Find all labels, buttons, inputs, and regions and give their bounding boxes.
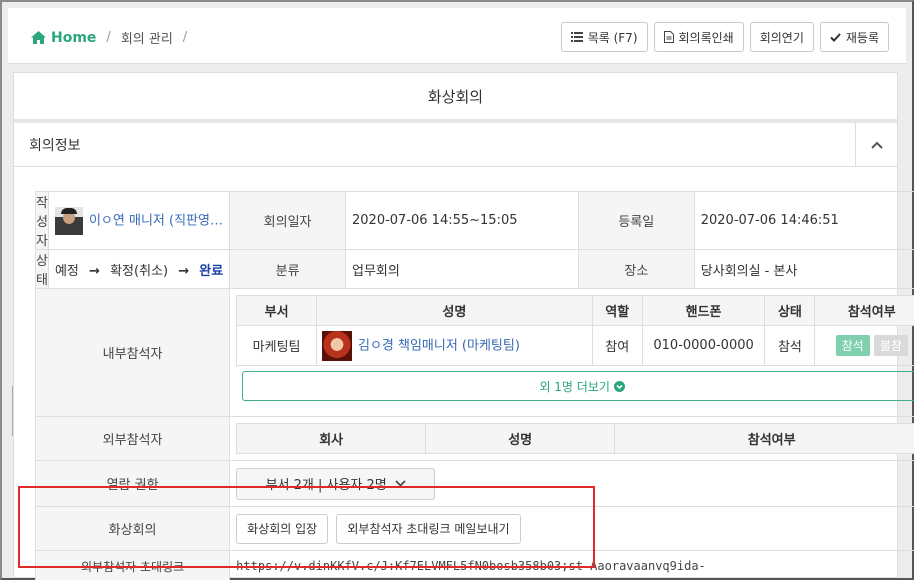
date-label: 회의일자	[229, 191, 346, 250]
author-link[interactable]: 이ㅇ연 매니저 (직판영…	[89, 213, 223, 228]
internal-attendees-cell: 부서 성명 역할 핸드폰 상태 참석여부 마케팅팀 김ㅇ경 책임매니저 (마케팅…	[229, 288, 914, 417]
list-button[interactable]: 목록 (F7)	[560, 22, 648, 52]
home-icon	[31, 31, 46, 44]
external-attendees-cell: 회사 성명 참석여부	[229, 416, 914, 461]
status-step-planned: 예정	[54, 263, 79, 279]
column-header: 회사	[236, 423, 427, 454]
section-header: 회의정보	[14, 123, 897, 167]
video-meeting-cell: 화상회의 입장 외부참석자 초대링크 메일보내기	[229, 506, 914, 551]
status-label: 상태	[35, 249, 49, 289]
external-attendees-row: 외부참석자 회사 성명 참석여부	[34, 416, 914, 461]
internal-attendees-row: 내부참석자 부서 성명 역할 핸드폰 상태 참석여부 마케팅팀 김ㅇ경 책임매니…	[34, 288, 914, 417]
print-minutes-button[interactable]: 회의록인쇄	[653, 22, 744, 52]
permission-value: 부서 2개 | 사용자 2명	[265, 478, 387, 493]
registered-value: 2020-07-06 14:46:51	[693, 191, 914, 250]
invite-link-cell: https://v.dinKKfV.c/J:Kf7ELVMFL5fN0bosb3…	[229, 550, 914, 580]
column-header: 부서	[236, 295, 317, 326]
print-minutes-label: 회의록인쇄	[678, 30, 734, 45]
breadcrumb-separator: /	[106, 30, 111, 45]
external-attendees-table: 회사 성명 참석여부	[236, 423, 914, 454]
internal-attendees-label: 내부참석자	[34, 288, 231, 417]
category-label: 분류	[229, 249, 346, 289]
external-attendees-label: 외부참석자	[34, 416, 231, 461]
send-invite-mail-button[interactable]: 외부참석자 초대링크 메일보내기	[336, 513, 521, 544]
document-icon	[663, 31, 674, 43]
breadcrumb-separator: /	[182, 30, 188, 45]
category-value: 업무회의	[345, 249, 579, 289]
reregister-button[interactable]: 재등록	[819, 22, 889, 52]
postpone-button[interactable]: 회의연기	[749, 22, 814, 52]
invite-link-label: 외부참석자 초대링크	[34, 550, 231, 580]
arrow-right-icon: →	[178, 263, 190, 279]
attend-badge[interactable]: 참석	[835, 335, 870, 356]
place-label: 장소	[577, 249, 695, 289]
show-more-button[interactable]: 외 1명 더보기	[242, 371, 914, 401]
permission-label: 열람 권한	[34, 460, 231, 507]
author-cell: 이ㅇ연 매니저 (직판영…	[47, 191, 231, 250]
internal-attendees-table: 부서 성명 역할 핸드폰 상태 참석여부 마케팅팀 김ㅇ경 책임매니저 (마케팅…	[236, 295, 914, 366]
column-header: 참석여부	[814, 295, 914, 326]
list-icon	[570, 32, 583, 42]
registered-label: 등록일	[577, 191, 695, 250]
breadcrumb-home-label: Home	[51, 29, 97, 46]
arrow-right-icon: →	[89, 263, 100, 279]
status-step-confirmed: 확정(취소)	[110, 263, 169, 279]
permission-cell: 부서 2개 | 사용자 2명	[229, 460, 914, 507]
dept-cell: 마케팅팀	[236, 325, 317, 366]
avatar	[321, 330, 352, 361]
date-value: 2020-07-06 14:55~15:05	[345, 191, 579, 250]
author-label: 작성자	[35, 191, 49, 250]
breadcrumb-home[interactable]: Home	[31, 30, 96, 46]
show-more-label: 외 1명 더보기	[539, 379, 610, 394]
meeting-info-table: 작성자 이ㅇ연 매니저 (직판영… 회의일자 2020-07-06 14:55~…	[34, 191, 914, 580]
phone-cell: 010-0000-0000	[641, 325, 766, 366]
column-header: 성명	[315, 295, 593, 326]
role-cell: 참여	[591, 325, 643, 366]
attendee-link[interactable]: 김ㅇ경 책임매니저 (마케팅팀)	[358, 338, 520, 353]
collapse-button[interactable]	[855, 123, 897, 166]
table-header-row: 회사 성명 참석여부	[236, 423, 914, 454]
list-button-label: 목록 (F7)	[587, 30, 638, 45]
check-icon	[830, 32, 841, 42]
table-header-row: 부서 성명 역할 핸드폰 상태 참석여부	[236, 295, 914, 326]
breadcrumb: Home / 회의 관리 /	[31, 28, 197, 47]
status-cell: 참석	[764, 325, 816, 366]
column-header: 핸드폰	[641, 295, 766, 326]
info-row: 상태 예정 → 확정(취소) → 완료 분류 업무회의 장소 당사회의실 - 본…	[35, 249, 914, 289]
avatar	[54, 206, 83, 235]
status-flow: 예정 → 확정(취소) → 완료	[47, 249, 231, 289]
name-cell: 김ㅇ경 책임매니저 (마케팅팀)	[315, 325, 593, 366]
invite-link[interactable]: https://v.dinKKfV.c/J:Kf7ELVMFL5fN0bosb3…	[236, 559, 706, 573]
page-title: 화상회의	[14, 73, 897, 123]
attendance-cell: 참석 불참	[814, 325, 914, 366]
chevron-down-circle-icon	[613, 380, 625, 392]
place-value: 당사회의실 - 본사	[693, 249, 914, 289]
column-header: 성명	[425, 423, 616, 454]
column-header: 참석여부	[614, 423, 914, 454]
join-video-button[interactable]: 화상회의 입장	[236, 513, 329, 544]
permission-row: 열람 권한 부서 2개 | 사용자 2명	[34, 460, 914, 507]
invite-link-row: 외부참석자 초대링크 https://v.dinKKfV.c/J:Kf7ELVM…	[34, 550, 914, 580]
toolbar: 목록 (F7) 회의록인쇄 회의연기 재등록	[560, 22, 889, 52]
top-bar: Home / 회의 관리 / 목록 (F7) 회의록인쇄 회의연기 재등록	[8, 8, 906, 64]
status-step-complete: 완료	[199, 263, 224, 279]
table-row: 마케팅팀 김ㅇ경 책임매니저 (마케팅팀) 참여 010-0000-0000 참…	[236, 325, 914, 366]
chevron-down-icon	[395, 480, 406, 487]
column-header: 상태	[764, 295, 816, 326]
video-meeting-row: 화상회의 화상회의 입장 외부참석자 초대링크 메일보내기	[34, 506, 914, 551]
permission-dropdown[interactable]: 부서 2개 | 사용자 2명	[236, 467, 436, 500]
absent-badge[interactable]: 불참	[873, 335, 908, 356]
video-meeting-label: 화상회의	[34, 506, 231, 551]
breadcrumb-section[interactable]: 회의 관리	[121, 28, 173, 47]
postpone-label: 회의연기	[759, 30, 804, 45]
section-title: 회의정보	[29, 137, 81, 154]
column-header: 역할	[591, 295, 643, 326]
meeting-panel: 화상회의 회의정보 작성자 이ㅇ연 매니저 (직판영… 회의일자 2020-07…	[13, 72, 914, 580]
chevron-up-icon	[870, 141, 883, 149]
info-row: 작성자 이ㅇ연 매니저 (직판영… 회의일자 2020-07-06 14:55~…	[35, 191, 914, 250]
reregister-label: 재등록	[845, 30, 879, 45]
